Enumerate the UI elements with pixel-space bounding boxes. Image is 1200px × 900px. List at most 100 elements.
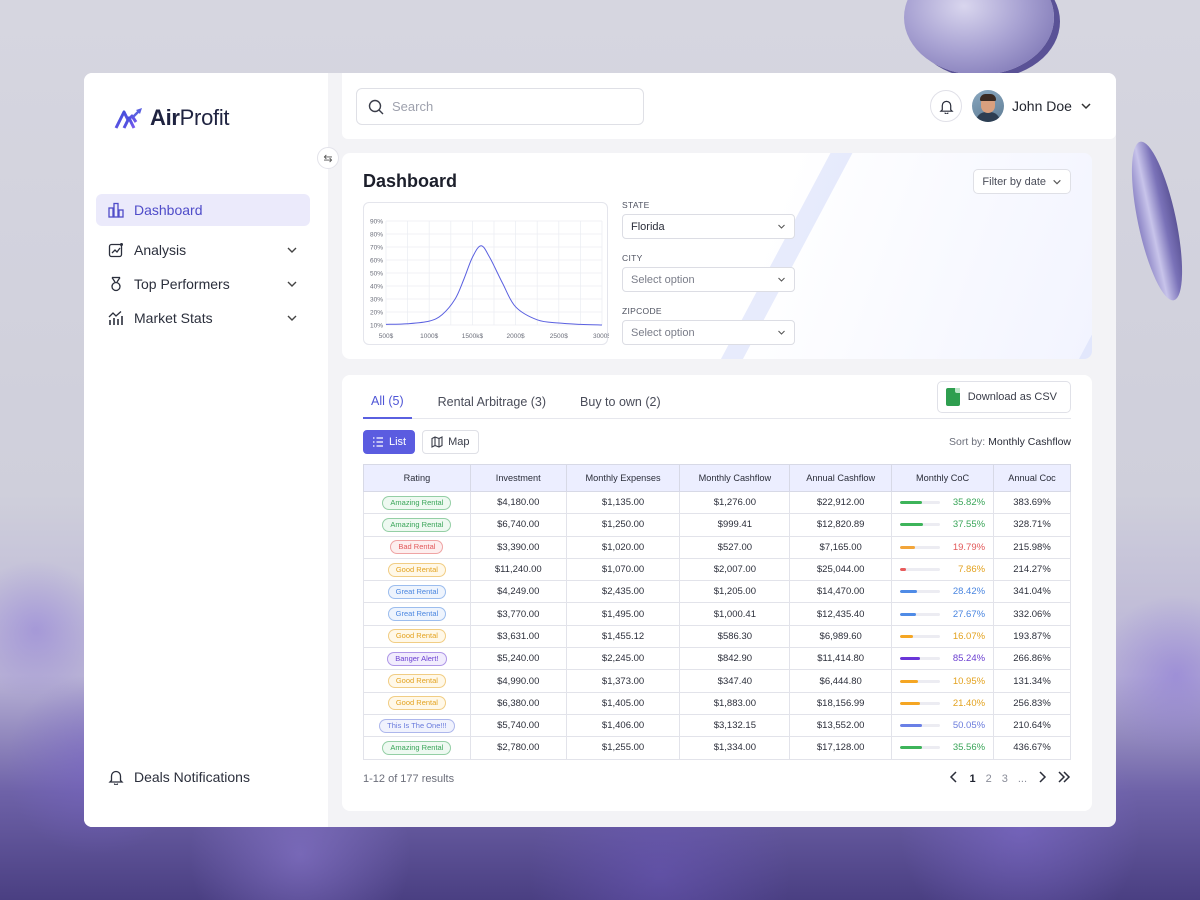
brand-logo[interactable]: AirProfit	[114, 105, 230, 131]
rating-cell: Great Rental	[363, 602, 471, 626]
prev-page-button[interactable]	[949, 771, 959, 786]
monthly-coc-cell: 28.42%	[891, 580, 995, 604]
annual-cashflow-cell: $6,989.60	[789, 624, 893, 649]
page-ellipsis: ...	[1017, 772, 1027, 785]
table-row[interactable]: Good Rental $4,990.00 $1,373.00 $347.40 $6,4…	[363, 669, 1071, 693]
column-header[interactable]: Monthly Cashflow	[679, 464, 791, 492]
rating-cell: Amazing Rental	[363, 736, 471, 760]
column-header[interactable]: Investment	[469, 464, 567, 492]
coc-value: 19.79%	[952, 541, 986, 553]
page-3-button[interactable]: 3	[1002, 773, 1008, 785]
coc-progress-bar	[900, 612, 941, 616]
map-icon	[431, 436, 443, 448]
bell-icon	[938, 100, 954, 114]
collapse-sidebar-button[interactable]: ⇆	[317, 147, 339, 169]
double-chevron-right-icon	[1058, 771, 1071, 783]
table-row[interactable]: Amazing Rental $4,180.00 $1,135.00 $1,276.0…	[363, 490, 1071, 515]
coc-value: 28.42%	[952, 586, 986, 598]
table-row[interactable]: Great Rental $4,249.00 $2,435.00 $1,205.00 $…	[363, 580, 1071, 604]
page-2-button[interactable]: 2	[986, 773, 992, 785]
y-tick-label: 10%	[370, 323, 383, 330]
rating-badge: Good Rental	[387, 562, 446, 577]
search-icon	[368, 99, 384, 114]
monthly-cashflow-cell: $1,276.00	[679, 490, 791, 515]
sidebar-item-analysis[interactable]: Analysis	[96, 234, 310, 266]
column-header[interactable]: Annual Coc	[993, 464, 1071, 492]
column-header[interactable]: Monthly CoC	[891, 464, 995, 492]
tab-buy-to-own[interactable]: Buy to own (2)	[572, 385, 669, 419]
rating-cell: Good Rental	[363, 669, 471, 693]
sidebar-item-deals-notifications[interactable]: Deals Notifications	[108, 769, 250, 785]
investment-cell: $6,740.00	[469, 513, 567, 537]
page-title: Dashboard	[363, 171, 458, 191]
medal-icon	[111, 276, 121, 292]
table-row[interactable]: Good Rental $11,240.00 $1,070.00 $2,007.00 $…	[363, 557, 1071, 582]
state-select[interactable]: Florida	[622, 214, 795, 239]
chevron-down-icon	[778, 330, 785, 335]
monthly-coc-cell: 27.67%	[891, 602, 995, 626]
search-box[interactable]	[356, 88, 644, 125]
coc-progress-bar	[900, 657, 941, 661]
brand-name: AirProfit	[150, 105, 230, 130]
monthly-expenses-cell: $1,455.12	[565, 624, 681, 649]
zipcode-value: Select option	[631, 326, 695, 339]
investment-cell: $5,740.00	[469, 713, 567, 738]
notifications-button[interactable]	[930, 90, 962, 122]
last-page-button[interactable]	[1057, 771, 1071, 786]
rating-badge: Good Rental	[387, 629, 446, 644]
table-row[interactable]: This Is The One!!! $5,740.00 $1,406.00 $3,1…	[363, 713, 1071, 738]
location-filters: STATE Florida CITY Select option ZIPCODE…	[622, 200, 795, 359]
filter-by-date-label: Filter by date	[982, 175, 1046, 188]
sidebar-item-market-stats[interactable]: Market Stats	[96, 302, 310, 334]
monthly-coc-cell: 16.07%	[891, 624, 995, 649]
annual-cashflow-cell: $14,470.00	[789, 580, 893, 604]
table-row[interactable]: Banger Alert! $5,240.00 $2,245.00 $842.90 $1…	[363, 647, 1071, 671]
monthly-expenses-cell: $1,405.00	[565, 691, 681, 715]
table-row[interactable]: Amazing Rental $2,780.00 $1,255.00 $1,334.0…	[363, 736, 1071, 760]
chart-svg: 10% 20% 30% 40% 50% 60% 70% 80% 90% 500$ 1000$ 1500…	[370, 219, 611, 341]
search-input[interactable]	[392, 99, 632, 114]
download-csv-button[interactable]: Download as CSV	[936, 381, 1071, 413]
bar-chart-icon	[108, 202, 124, 218]
map-view-button[interactable]: Map	[422, 430, 479, 454]
sidebar-item-label: Dashboard	[134, 202, 203, 218]
y-tick-label: 50%	[370, 271, 383, 278]
rating-cell: Good Rental	[363, 691, 471, 715]
y-tick-label: 60%	[370, 258, 383, 265]
tab-all[interactable]: All (5)	[363, 385, 412, 419]
list-view-button[interactable]: List	[363, 430, 416, 454]
zipcode-select[interactable]: Select option	[622, 320, 795, 345]
sidebar-item-top-performers[interactable]: Top Performers	[96, 268, 310, 300]
table-row[interactable]: Bad Rental $3,390.00 $1,020.00 $527.00 $7,16…	[363, 535, 1071, 559]
city-select[interactable]: Select option	[622, 267, 795, 292]
coc-progress-bar	[900, 746, 941, 750]
monthly-cashflow-cell: $1,334.00	[679, 736, 791, 760]
chevron-down-icon	[287, 315, 297, 321]
y-tick-label: 70%	[370, 245, 383, 252]
filter-by-date-button[interactable]: Filter by date	[973, 169, 1071, 194]
avatar	[972, 90, 1004, 122]
x-tick-label: 500$	[379, 333, 394, 340]
table-row[interactable]: Amazing Rental $6,740.00 $1,250.00 $999.41 $…	[363, 513, 1071, 537]
column-header[interactable]: Annual Cashflow	[789, 464, 893, 492]
next-page-button[interactable]	[1037, 771, 1047, 786]
chevron-right-icon	[1039, 771, 1047, 783]
user-menu[interactable]: John Doe	[972, 90, 1092, 122]
column-header[interactable]: Rating	[363, 464, 471, 492]
table-row[interactable]: Great Rental $3,770.00 $1,495.00 $1,000.41 $…	[363, 602, 1071, 626]
investment-cell: $4,249.00	[469, 580, 567, 604]
monthly-cashflow-cell: $347.40	[679, 669, 791, 693]
table-body: Amazing Rental $4,180.00 $1,135.00 $1,276.0…	[363, 490, 1071, 760]
page-1-button[interactable]: 1	[969, 773, 975, 785]
rating-cell: Banger Alert!	[363, 647, 471, 671]
table-row[interactable]: Good Rental $6,380.00 $1,405.00 $1,883.00 $1…	[363, 691, 1071, 715]
monthly-cashflow-cell: $527.00	[679, 535, 791, 559]
sidebar-item-dashboard[interactable]: Dashboard	[96, 194, 310, 226]
sort-by-prefix: Sort by:	[949, 436, 986, 448]
table-row[interactable]: Good Rental $3,631.00 $1,455.12 $586.30 $6,9…	[363, 624, 1071, 649]
sort-by[interactable]: Sort by: Monthly Cashflow	[949, 436, 1071, 448]
list-icon	[373, 437, 383, 447]
column-header[interactable]: Monthly Expenses	[565, 464, 681, 492]
tab-rental-arbitrage[interactable]: Rental Arbitrage (3)	[430, 385, 554, 419]
monthly-coc-cell: 37.55%	[891, 513, 995, 537]
